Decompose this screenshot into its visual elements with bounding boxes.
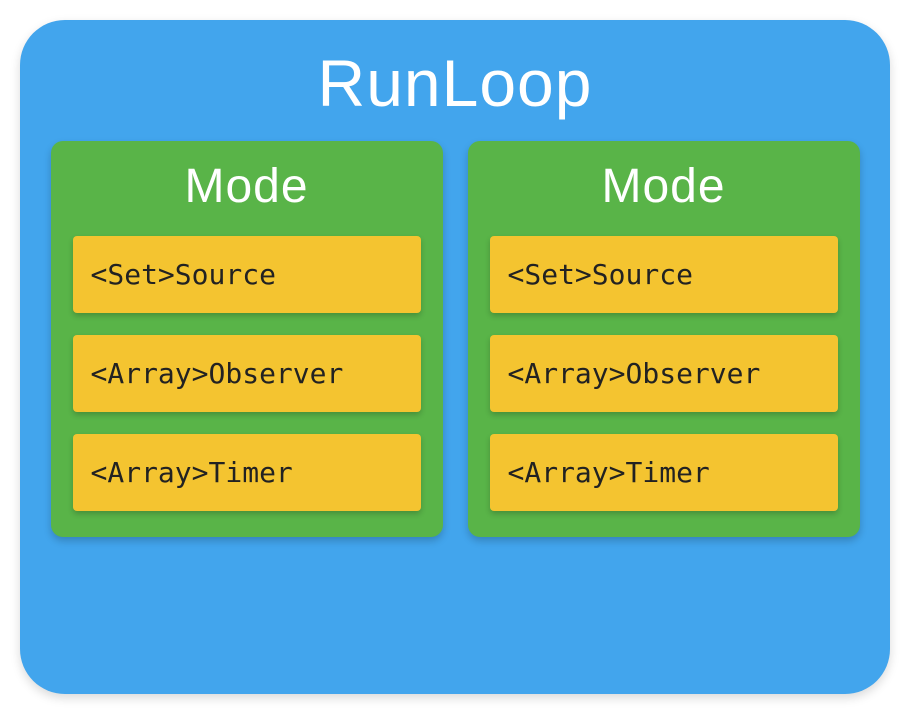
mode-box-0: Mode <Set>Source <Array>Observer <Array>… xyxy=(51,141,443,537)
mode-title: Mode xyxy=(73,159,421,214)
mode-box-1: Mode <Set>Source <Array>Observer <Array>… xyxy=(468,141,860,537)
modes-row: Mode <Set>Source <Array>Observer <Array>… xyxy=(50,141,860,537)
mode-title: Mode xyxy=(490,159,838,214)
mode-item-source: <Set>Source xyxy=(73,236,421,313)
runloop-title: RunLoop xyxy=(50,45,860,121)
runloop-container: RunLoop Mode <Set>Source <Array>Observer… xyxy=(20,20,890,694)
mode-item-timer: <Array>Timer xyxy=(490,434,838,511)
mode-item-timer: <Array>Timer xyxy=(73,434,421,511)
mode-item-observer: <Array>Observer xyxy=(73,335,421,412)
mode-item-source: <Set>Source xyxy=(490,236,838,313)
mode-item-observer: <Array>Observer xyxy=(490,335,838,412)
